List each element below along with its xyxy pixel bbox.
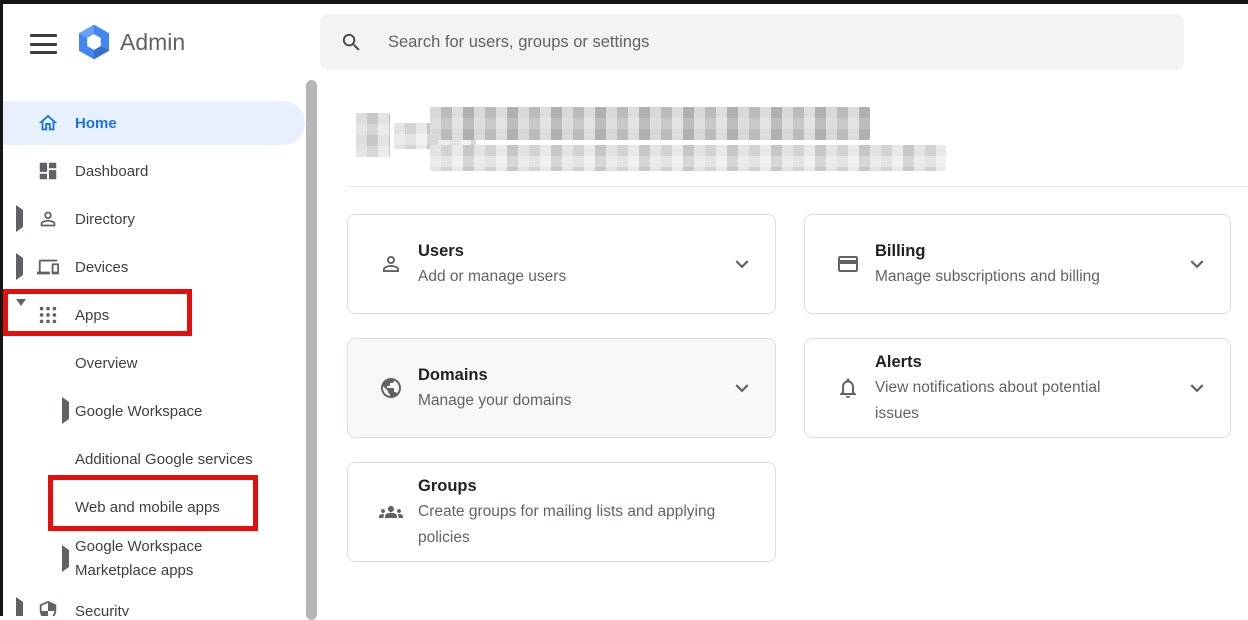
search-icon [340, 31, 363, 54]
apps-grid-icon [37, 304, 59, 326]
sidebar-item-label: Overview [75, 355, 138, 372]
billing-card[interactable]: Billing Manage subscriptions and billing [804, 214, 1231, 314]
card-title: Groups [418, 474, 747, 499]
credit-card-icon [836, 252, 860, 276]
sidebar-item-overview[interactable]: Overview [3, 339, 317, 387]
groups-card[interactable]: Groups Create groups for mailing lists a… [347, 462, 776, 562]
card-description: Manage subscriptions and billing [875, 264, 1100, 290]
sidebar-item-label: Directory [75, 211, 135, 228]
expand-arrow-icon[interactable] [16, 210, 23, 228]
sidebar-nav: Home Dashboard Directory Devices Apps [3, 85, 317, 616]
card-description: Create groups for mailing lists and appl… [418, 499, 747, 551]
card-title: Domains [418, 363, 571, 388]
redacted-heading-line [430, 107, 870, 140]
redacted-avatar [356, 113, 390, 157]
dashboard-icon [37, 160, 59, 182]
card-title: Users [418, 239, 566, 264]
sidebar-item-label: Dashboard [75, 163, 148, 180]
domains-card[interactable]: Domains Manage your domains [347, 338, 776, 438]
groups-icon [379, 500, 403, 524]
sidebar-item-home[interactable]: Home [3, 99, 317, 147]
sidebar-scrollbar[interactable] [306, 80, 317, 620]
sidebar-item-web-and-mobile-apps[interactable]: Web and mobile apps [3, 483, 317, 531]
sidebar-item-devices[interactable]: Devices [3, 243, 317, 291]
card-title: Billing [875, 239, 1100, 264]
screenshot-top-border [0, 0, 1248, 4]
devices-icon [37, 256, 59, 278]
chevron-down-icon[interactable] [1184, 375, 1210, 401]
sidebar-item-additional-google-services[interactable]: Additional Google services [3, 435, 317, 483]
hamburger-menu-icon[interactable] [30, 34, 57, 54]
redacted-subheading-line [430, 145, 946, 171]
person-icon [37, 208, 59, 230]
sidebar-item-label: Google Workspace Marketplace apps [75, 535, 227, 583]
sidebar-item-label: Home [75, 115, 117, 132]
section-divider [347, 186, 1248, 187]
app-title: Admin [120, 29, 185, 56]
person-icon [379, 252, 403, 276]
chevron-down-icon[interactable] [729, 375, 755, 401]
sidebar-item-label: Devices [75, 259, 128, 276]
sidebar-item-marketplace-apps[interactable]: Google Workspace Marketplace apps [3, 531, 317, 587]
quick-access-cards: Users Add or manage users Billing Manage… [347, 214, 1231, 562]
card-title: Alerts [875, 350, 1137, 375]
chevron-down-icon[interactable] [1184, 251, 1210, 277]
users-card[interactable]: Users Add or manage users [347, 214, 776, 314]
sidebar-item-security[interactable]: Security [3, 587, 317, 616]
home-icon [37, 112, 59, 134]
alerts-card[interactable]: Alerts View notifications about potentia… [804, 338, 1231, 438]
expand-arrow-icon[interactable] [62, 402, 69, 420]
expand-arrow-icon[interactable] [16, 602, 23, 616]
card-description: Add or manage users [418, 264, 566, 290]
sidebar-item-directory[interactable]: Directory [3, 195, 317, 243]
shield-icon [37, 600, 59, 616]
bell-icon [836, 376, 860, 400]
sidebar-item-apps[interactable]: Apps [3, 291, 317, 339]
sidebar-item-label: Google Workspace [75, 403, 202, 420]
expand-arrow-icon[interactable] [16, 258, 23, 276]
screenshot-left-border [0, 0, 3, 616]
sidebar-item-label: Security [75, 603, 129, 617]
search-bar[interactable] [320, 14, 1184, 70]
sidebar-item-label: Web and mobile apps [75, 499, 220, 516]
top-app-bar: Admin [3, 4, 1248, 85]
expand-arrow-icon[interactable] [62, 550, 69, 568]
collapse-arrow-icon[interactable] [16, 306, 26, 324]
search-input[interactable] [388, 33, 1164, 52]
chevron-down-icon[interactable] [729, 251, 755, 277]
sidebar-item-dashboard[interactable]: Dashboard [3, 147, 317, 195]
main-content: Users Add or manage users Billing Manage… [320, 85, 1248, 616]
card-description: View notifications about potential issue… [875, 375, 1137, 427]
google-admin-logo-icon [75, 23, 113, 61]
globe-icon [379, 376, 403, 400]
sidebar-item-google-workspace[interactable]: Google Workspace [3, 387, 317, 435]
card-description: Manage your domains [418, 388, 571, 414]
sidebar-item-label: Additional Google services [75, 451, 253, 468]
sidebar-item-label: Apps [75, 307, 109, 324]
